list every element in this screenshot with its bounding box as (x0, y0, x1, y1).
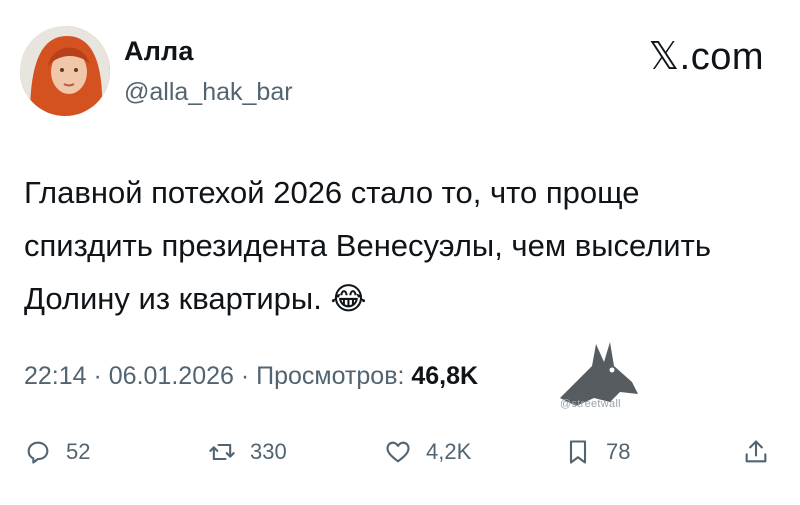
bookmark-icon (569, 440, 587, 464)
like-count: 4,2K (426, 439, 472, 464)
user-name[interactable]: Алла (124, 36, 194, 67)
repost-button[interactable]: 330 (208, 432, 287, 472)
tweet-text: Главной потехой 2026 стало то, что проще… (24, 175, 711, 316)
tweet-meta: 22:14 · 06.01.2026 · Просмотров: 46,8K (24, 362, 478, 391)
tweet-timestamp[interactable]: 22:14 · 06.01.2026 · Просмотров: (24, 362, 411, 390)
watermark-text: @streetwall (560, 398, 621, 410)
bookmark-count: 78 (606, 439, 631, 464)
action-bar: 52 330 4,2K 78 (24, 432, 784, 472)
reply-button[interactable]: 52 (24, 432, 90, 472)
repost-count: 330 (250, 439, 287, 464)
comment-icon (27, 441, 49, 464)
user-handle[interactable]: @alla_hak_bar (124, 78, 293, 107)
reply-count: 52 (66, 439, 91, 464)
repost-icon (209, 443, 235, 461)
brand-logo: 𝕏.com (648, 36, 764, 78)
view-count: 46,8K (411, 362, 479, 390)
avatar[interactable] (20, 26, 110, 116)
bookmark-button[interactable]: 78 (564, 432, 630, 472)
share-icon (745, 440, 767, 463)
share-button[interactable] (742, 432, 770, 472)
heart-icon (386, 441, 410, 463)
like-button[interactable]: 4,2K (384, 432, 471, 472)
avatar-portrait-icon (20, 26, 110, 116)
